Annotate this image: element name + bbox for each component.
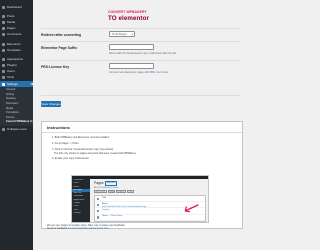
checkbox (97, 209, 100, 213)
instruction-step: 1. Both WPBakery and Elementor must be i… (52, 136, 109, 139)
pointer-arrow-icon (184, 204, 199, 213)
plugin-icon (2, 64, 5, 68)
settings-icon (2, 82, 5, 86)
sidebar-item-label: Users (7, 70, 15, 74)
divider (41, 60, 241, 61)
screenshot-sidebar-item: Settings (73, 211, 81, 214)
screenshot-apply-button: Apply (108, 190, 115, 193)
checkbox (97, 203, 100, 207)
sidebar-item-label: Settings (7, 82, 18, 86)
sidebar-item-label: Collapse menu (7, 127, 28, 131)
admin-sidebar: Dashboard Posts Media Pages Comments Elemento… (0, 0, 33, 250)
users-icon (2, 70, 5, 74)
pin-icon (2, 14, 5, 18)
checkbox (97, 216, 100, 219)
license-description: Convert more Elementor pages with PRO. G… (109, 71, 169, 74)
screenshot-row-actions: Edit | Quick Edit | Trash | View | Creat… (102, 205, 146, 208)
checkbox (97, 197, 100, 200)
feedback-link[interactable]: convertwpbakerytoelementor.com (71, 227, 108, 230)
license-input[interactable] (109, 63, 154, 69)
instructions-title: Instructions (47, 125, 70, 130)
sidebar-item-label: Dashboard (7, 5, 22, 9)
media-icon (2, 20, 5, 24)
admin-bar (72, 176, 208, 179)
divider (42, 132, 242, 133)
instruction-step: 4. Enable your copy in Elementor (52, 157, 89, 160)
screenshot-row-title: Title (102, 196, 107, 199)
footer-feedback-text: Send us feedback on (47, 227, 72, 230)
instructions-footer: We are very happy for people using. Take… (47, 224, 125, 230)
sidebar-item-label: Posts (7, 14, 15, 18)
folder-icon (2, 48, 5, 52)
example-screenshot: Dashboard Posts Media All Pages Add New Comme… (71, 175, 209, 223)
suffix-label: Elementor Page Suffix (41, 46, 77, 50)
chevron-down-icon: ▾ (131, 33, 133, 36)
sidebar-item-comments[interactable]: Comments (0, 32, 33, 38)
logo-line-2: TO elementor (108, 14, 149, 22)
wrench-icon (2, 76, 5, 80)
sidebar-item-templates[interactable]: Templates (0, 47, 33, 53)
sidebar-item-label: Comments (7, 33, 22, 37)
redirect-label: Redirect after converting (41, 33, 82, 37)
screenshot-row-title: Home — Front Page (102, 215, 123, 218)
dashboard-icon (2, 5, 5, 9)
settings-submenu: General Writing Reading Discussion Media Perm… (0, 87, 33, 126)
comment-icon (2, 33, 5, 37)
sidebar-item-settings[interactable]: Settings (0, 81, 33, 88)
license-desc-text-end: . Get it here. (155, 71, 169, 74)
license-desc-text: Convert more Elementor pages with (109, 71, 150, 74)
collapse-icon (2, 127, 5, 131)
screenshot-table-row: Home — Front Page (95, 215, 205, 221)
suffix-input[interactable] (109, 44, 154, 50)
license-label: PRO License Key (41, 65, 70, 69)
suffix-description: Add a suffix for the Elementor copy. It … (109, 52, 177, 55)
screenshot-filter-links: All (3) | Published (3) | Drafts (94, 187, 119, 189)
sidebar-item-label: Pages (7, 27, 16, 31)
screenshot-sidebar: Dashboard Posts Media All Pages Add New Comme… (72, 179, 90, 222)
screenshot-row-title: About (102, 202, 108, 205)
sidebar-item-label: Appearance (7, 57, 24, 61)
redirect-select-value: To all Pages (111, 32, 127, 36)
sidebar-item-label: Plugins (7, 64, 17, 68)
plugin-logo: CONVERT WPBAKERY TO elementor (108, 10, 178, 22)
screenshot-page-title: Pages (94, 181, 104, 185)
sidebar-item-label: Templates (7, 48, 21, 52)
sidebar-item-label: Media (7, 20, 16, 24)
page-icon (2, 27, 5, 31)
screenshot-dates-select: All dates (116, 190, 126, 193)
screenshot-filter-button: Filter (127, 190, 134, 193)
redirect-select[interactable]: To all Pages ▾ (109, 31, 135, 37)
sidebar-item-label: Tools (7, 76, 15, 80)
screenshot-row-title: Contact (102, 209, 110, 212)
footer-feedback: Send us feedback on convertwpbakerytoele… (47, 227, 125, 230)
main-content: CONVERT WPBAKERY TO elementor Redirect a… (33, 0, 250, 250)
screenshot-bulk-select: Bulk actions (94, 190, 107, 193)
instruction-step: 2. Go to Pages -> Posts (52, 142, 79, 145)
divider (41, 41, 241, 42)
elementor-icon (2, 42, 5, 46)
logo-line-1: CONVERT WPBAKERY (108, 10, 147, 14)
brush-icon (2, 57, 5, 61)
instruction-step-note: The link only shows on pages and posts t… (54, 151, 136, 155)
sidebar-item-collapse-menu[interactable]: Collapse menu (0, 126, 33, 132)
divider (41, 28, 241, 29)
save-changes-button[interactable]: Save Changes (41, 101, 61, 107)
instructions-panel: Instructions 1. Both WPBakery and Elemen… (41, 121, 243, 230)
sidebar-item-label: Elementor (7, 42, 21, 46)
sidebar-item-dashboard[interactable]: Dashboard (0, 4, 33, 10)
submenu-item-convert-wpbakery-to-elementor[interactable]: Convert WPBakery to Elementor (0, 120, 33, 125)
screenshot-add-new-button: Add New (105, 181, 118, 186)
divider (41, 95, 241, 96)
